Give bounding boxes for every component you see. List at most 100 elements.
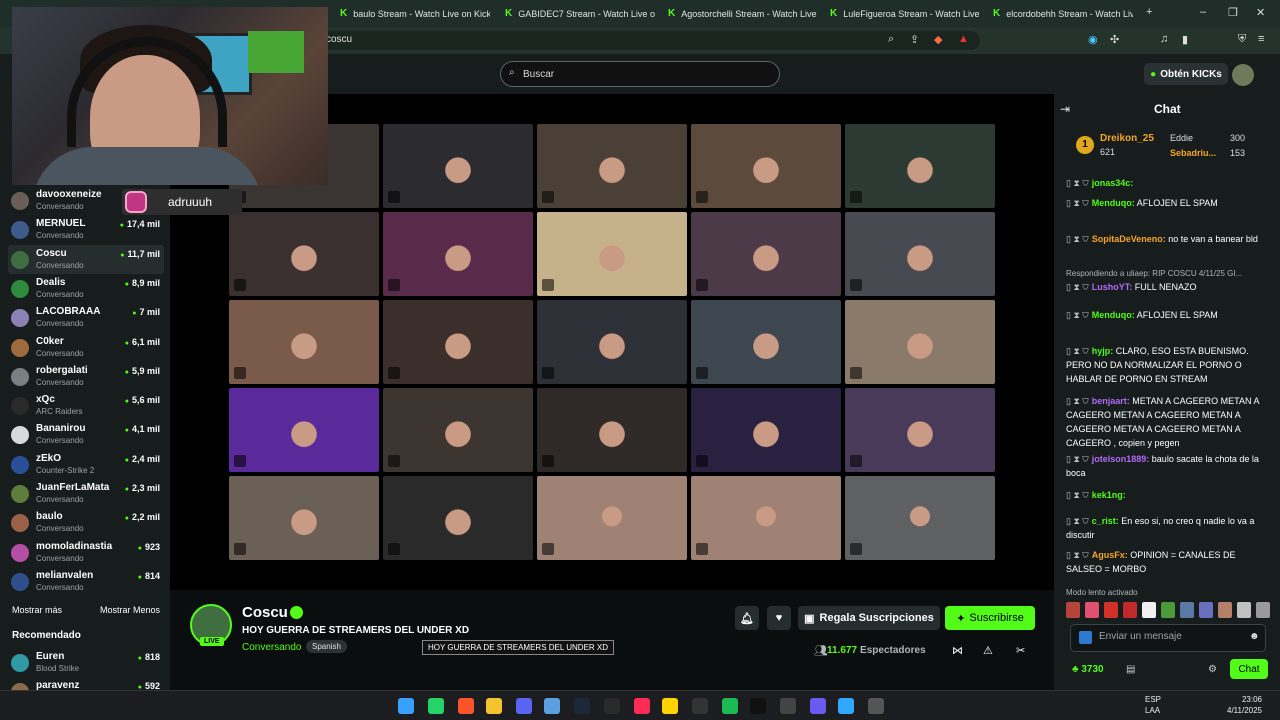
kick-app-icon[interactable] [692,698,708,714]
subscribe-button[interactable]: ✦ Suscribirse [945,606,1035,630]
sidebar-channel[interactable]: zEkOCounter-Strike 2 2,4 mil [8,450,164,479]
music-icon[interactable]: ♫ [1160,33,1168,45]
puzzle-icon[interactable]: ✣ [1110,33,1119,46]
chat-username[interactable]: SopitaDeVeneno: [1092,234,1166,244]
shield-icon[interactable]: ⛨ [1238,33,1246,46]
address-bar[interactable]: coscu [310,31,980,50]
emote-icon[interactable] [1161,602,1175,618]
clip-icon[interactable]: ✂ [1016,644,1025,657]
rewards-icon[interactable]: ▲ [958,33,969,45]
brave-icon[interactable] [458,698,474,714]
minimize-icon[interactable]: – [1200,6,1206,18]
emote-icon[interactable] [1104,602,1118,618]
chat-username[interactable]: hyjp: [1092,346,1114,356]
sidebar-channel[interactable]: MERNUELConversando 17,4 mil [8,215,164,244]
discord-icon[interactable] [516,698,532,714]
sidebar-channel[interactable]: LACOBRAAAConversando 7 mil [8,303,164,332]
chat-username[interactable]: Menduqo: [1092,198,1135,208]
streamer-name[interactable]: Coscu [242,604,288,621]
chat-username[interactable]: Menduqo: [1092,310,1135,320]
emote-picker-icon[interactable] [1079,631,1092,644]
show-more-link[interactable]: Mostrar más [12,605,62,615]
emote-icon[interactable] [1142,602,1156,618]
language-indicator[interactable]: ESP LAA [1145,694,1161,716]
sidebar-channel[interactable]: melianvalenConversando 814 [8,567,164,596]
sidebar-toggle-icon[interactable]: ▮ [1182,33,1188,46]
steam-icon[interactable] [574,698,590,714]
emote-icon[interactable] [1123,602,1137,618]
browser-tab[interactable]: K GABIDEC7 Stream - Watch Live on K [495,3,655,24]
viewers-icon: 👥︎ [814,645,828,657]
emote-icon[interactable] [1180,602,1194,618]
user-avatar[interactable] [1232,64,1254,86]
show-less-link[interactable]: Mostrar Menos [100,605,160,615]
chat-username[interactable]: benjaart: [1092,396,1130,406]
close-icon[interactable]: ✕ [1256,6,1265,19]
app-icon[interactable] [810,698,826,714]
windows-start-icon[interactable] [398,698,414,714]
chat-username[interactable]: kek1ng: [1092,490,1126,500]
gift-subs-button[interactable]: ▣ Regala Suscripciones [798,606,940,630]
emote-icon[interactable] [1218,602,1232,618]
brave-shield-icon[interactable]: ◆ [934,33,942,46]
sidebar-channel[interactable]: BananirouConversando 4,1 mil [8,420,164,449]
stream-category[interactable]: Conversando [242,642,301,653]
browser-tab[interactable]: Kelcordobehh Stream - Watch Live on [983,3,1133,24]
maximize-icon[interactable]: ❐ [1228,6,1238,19]
language-tag[interactable]: Spanish [306,640,347,653]
spotify-icon[interactable] [722,698,738,714]
browser-tab[interactable]: K LuleFigueroa Stream - Watch Live o [820,3,980,24]
terminal-icon[interactable] [604,698,620,714]
browser-tab[interactable]: Kbaulo Stream - Watch Live on Kick [330,3,490,24]
tiktok-live-icon[interactable] [750,698,766,714]
photoshop-icon[interactable] [838,698,854,714]
chat-input[interactable]: ☻ [1070,624,1266,652]
follow-button[interactable]: ♥ [767,606,791,630]
emoji-icon[interactable]: ☻ [1249,631,1260,642]
chat-username[interactable]: LushoYT: [1092,282,1133,292]
share-icon[interactable]: ⋈ [952,644,963,657]
send-chat-button[interactable]: Chat [1230,659,1268,679]
settings-icon[interactable]: ⚙ [1208,664,1217,675]
emote-icon[interactable] [1085,602,1099,618]
sidebar-channel[interactable]: C0kerConversando 6,1 mil [8,333,164,362]
sidebar-channel[interactable]: DealisConversando 8,9 mil [8,274,164,303]
zoom-icon[interactable]: ⌕ [888,33,894,46]
sidebar-channel[interactable]: bauloConversando 2,2 mil [8,508,164,537]
emote-icon[interactable] [1256,602,1270,618]
app-icon[interactable] [868,698,884,714]
emote-icon[interactable] [1199,602,1213,618]
collapse-chat-icon[interactable]: ⇥ [1060,102,1070,116]
sidebar-channel[interactable]: CoscuConversando 11,7 mil [8,244,164,274]
sidebar-channel[interactable]: xQcARC Raiders 5,6 mil [8,391,164,420]
file-explorer-icon[interactable] [486,698,502,714]
report-icon[interactable]: ⚠ [983,644,993,657]
extension-icon[interactable]: ◉ [1088,33,1098,46]
new-tab-icon[interactable]: + [1146,6,1152,18]
photos-icon[interactable] [544,698,560,714]
chat-message-field[interactable] [1099,631,1249,642]
chat-username[interactable]: AgusFx: [1092,550,1128,560]
search-input[interactable]: ⌕ Buscar [500,61,780,87]
chat-rules-icon[interactable]: ▤ [1126,664,1135,675]
browser-tab[interactable]: K Agostorchelli Stream - Watch Live o [658,3,818,24]
sidebar-channel[interactable]: JuanFerLaMata Conversando 2,3 mil [8,479,164,508]
chat-username[interactable]: jonas34c: [1092,178,1134,188]
tiktok-icon[interactable] [634,698,650,714]
obs-icon[interactable] [780,698,796,714]
notification-bell-button[interactable]: 🔔︎ [735,606,759,630]
kick-points[interactable]: ♣ 3730 [1072,664,1104,675]
system-clock[interactable]: 23:06 4/11/2025 [1222,694,1262,716]
emote-icon[interactable] [1237,602,1251,618]
app-icon[interactable] [662,698,678,714]
menu-icon[interactable]: ≡ [1258,33,1264,45]
chat-username[interactable]: c_rist: [1092,516,1119,526]
sidebar-channel[interactable]: robergalatiConversando 5,9 mil [8,362,164,391]
sidebar-channel[interactable]: momoladinastiaConversando 923 [8,538,164,567]
get-kicks-button[interactable]: ● Obtén KICKs [1144,63,1228,85]
recommended-channel[interactable]: Euren Blood Strike 818 [8,648,164,677]
share-icon[interactable]: ⇪ [910,33,919,46]
whatsapp-icon[interactable] [428,698,444,714]
emote-icon[interactable] [1066,602,1080,618]
chat-username[interactable]: jotelson1889: [1092,454,1150,464]
